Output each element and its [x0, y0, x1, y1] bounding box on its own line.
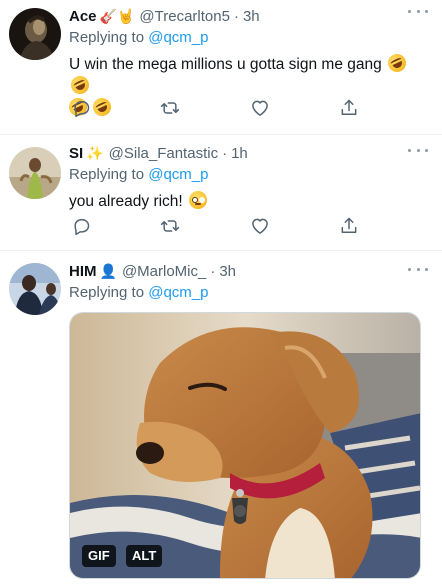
- name-emojis: ✨: [86, 144, 104, 161]
- reply-icon[interactable]: [71, 216, 93, 238]
- timestamp[interactable]: 1h: [231, 145, 248, 162]
- gif-media[interactable]: GIF ALT: [69, 312, 421, 579]
- alt-badge[interactable]: ALT: [126, 545, 163, 567]
- timestamp[interactable]: 3h: [219, 263, 236, 280]
- more-icon[interactable]: [408, 145, 428, 155]
- reply-icon[interactable]: [71, 98, 93, 120]
- tweet-text: you already rich!: [69, 191, 428, 213]
- share-icon[interactable]: [339, 98, 361, 120]
- handle[interactable]: @Trecarlton5: [139, 8, 230, 25]
- more-icon[interactable]: [408, 264, 428, 274]
- replying-to-link[interactable]: @qcm_p: [148, 284, 208, 301]
- like-icon[interactable]: [250, 216, 272, 238]
- gif-badge[interactable]: GIF: [82, 545, 116, 567]
- replying-to-link[interactable]: @qcm_p: [148, 166, 208, 183]
- handle[interactable]: @Sila_Fantastic: [109, 145, 218, 162]
- name-emojis: 👤: [99, 262, 117, 279]
- avatar[interactable]: [9, 8, 61, 60]
- tweet-actions: [71, 98, 361, 120]
- like-icon[interactable]: [250, 98, 272, 120]
- display-name[interactable]: HIM: [69, 263, 97, 280]
- dog-gif-image: [70, 313, 420, 578]
- retweet-icon[interactable]: [160, 216, 182, 238]
- avatar[interactable]: [9, 147, 61, 199]
- separator-dot: ·: [222, 144, 228, 162]
- share-icon[interactable]: [339, 216, 361, 238]
- avatar[interactable]: [9, 263, 61, 315]
- more-icon[interactable]: [408, 6, 428, 16]
- rolling-on-floor-laughing-emoji: [385, 51, 410, 75]
- display-name[interactable]: SI: [69, 145, 83, 162]
- replying-prefix: Replying to: [69, 284, 149, 301]
- retweet-icon[interactable]: [160, 98, 182, 120]
- tweet[interactable]: HIM 👤 @MarloMic_ · 3h Replying to @qcm_p: [0, 251, 442, 585]
- replying-to-line: Replying to @qcm_p: [69, 166, 428, 186]
- tweet[interactable]: Ace 🎸🤘 @Trecarlton5 · 3h Replying to @qc…: [0, 0, 442, 135]
- tweet[interactable]: SI ✨ @Sila_Fantastic · 1h Replying to @q…: [0, 135, 442, 251]
- replying-prefix: Replying to: [69, 166, 149, 183]
- name-emojis: 🎸🤘: [99, 7, 135, 24]
- rolling-on-floor-laughing-emoji: [68, 73, 92, 97]
- replying-to-line: Replying to @qcm_p: [69, 284, 428, 304]
- tweet-actions: [71, 216, 361, 238]
- timestamp[interactable]: 3h: [243, 8, 260, 25]
- replying-prefix: Replying to: [69, 29, 149, 46]
- flushed-face-emoji: [189, 191, 208, 209]
- handle[interactable]: @MarloMic_: [122, 263, 206, 280]
- replying-to-link[interactable]: @qcm_p: [148, 29, 208, 46]
- replying-to-line: Replying to @qcm_p: [69, 29, 428, 49]
- tweet-text-content: you already rich!: [69, 193, 183, 210]
- tweet-text-content: U win the mega millions u gotta sign me …: [69, 56, 382, 73]
- separator-dot: ·: [233, 7, 239, 25]
- separator-dot: ·: [210, 262, 216, 280]
- display-name[interactable]: Ace: [69, 8, 97, 25]
